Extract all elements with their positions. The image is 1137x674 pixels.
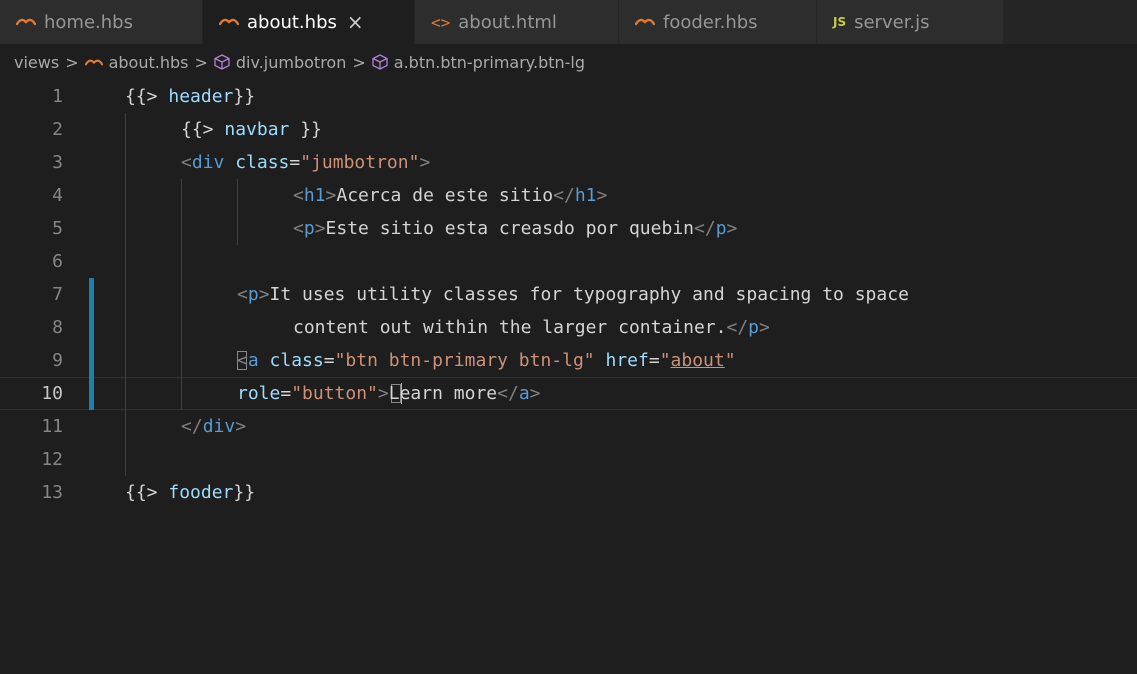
handlebars-icon bbox=[219, 17, 239, 27]
line-number: 11 bbox=[41, 416, 63, 437]
breadcrumb-item-anchor[interactable]: a.btn.btn-primary.btn-lg bbox=[394, 53, 585, 72]
line-number: 5 bbox=[52, 218, 63, 239]
line-content: <div class="jumbotron"> bbox=[181, 152, 431, 173]
indent-guide bbox=[125, 245, 126, 278]
tab-label: about.html bbox=[458, 11, 557, 33]
breadcrumb-separator: > bbox=[352, 52, 366, 72]
indent-guide bbox=[125, 410, 126, 443]
line-number: 13 bbox=[41, 482, 63, 503]
code-line[interactable]: 2 {{> navbar }} bbox=[0, 113, 1137, 146]
breadcrumb-item-file[interactable]: about.hbs bbox=[109, 53, 189, 72]
tab-label: about.hbs bbox=[247, 11, 337, 33]
line-number: 10 bbox=[41, 383, 63, 404]
handlebars-icon bbox=[16, 17, 36, 27]
line-content: </div> bbox=[181, 416, 247, 437]
line-number: 1 bbox=[52, 86, 63, 107]
indent-guide bbox=[181, 344, 182, 377]
tab-server-js[interactable]: JS server.js bbox=[817, 0, 1004, 44]
tab-label: server.js bbox=[854, 11, 930, 33]
line-number: 8 bbox=[52, 317, 63, 338]
line-content: <p>It uses utility classes for typograph… bbox=[237, 284, 909, 305]
indent-guide bbox=[125, 443, 126, 476]
code-line[interactable]: 4 <h1>Acerca de este sitio</h1> bbox=[0, 179, 1137, 212]
handlebars-icon bbox=[84, 58, 103, 67]
code-line[interactable]: 8 content out within the larger containe… bbox=[0, 311, 1137, 344]
tab-home-hbs[interactable]: home.hbs bbox=[0, 0, 203, 44]
indent-guide bbox=[181, 179, 182, 212]
line-number: 6 bbox=[52, 251, 63, 272]
line-content: <a class="btn btn-primary btn-lg" href="… bbox=[237, 350, 736, 371]
code-line[interactable]: 5 <p>Este sitio esta creasdo por quebin<… bbox=[0, 212, 1137, 245]
line-content: {{> fooder}} bbox=[125, 482, 256, 503]
line-content: {{> header}} bbox=[125, 86, 256, 107]
line-content: <p>Este sitio esta creasdo por quebin</p… bbox=[293, 218, 738, 239]
line-number: 2 bbox=[52, 119, 63, 140]
line-number: 9 bbox=[52, 350, 63, 371]
code-line[interactable]: 13 {{> fooder}} bbox=[0, 476, 1137, 509]
line-number: 4 bbox=[52, 185, 63, 206]
indent-guide bbox=[125, 179, 126, 212]
cube-icon bbox=[372, 54, 388, 70]
modified-line-indicator bbox=[89, 377, 94, 410]
line-content: <h1>Acerca de este sitio</h1> bbox=[293, 185, 608, 206]
breadcrumb-separator: > bbox=[65, 52, 79, 72]
indent-guide bbox=[181, 245, 182, 278]
indent-guide bbox=[237, 212, 238, 245]
modified-line-indicator bbox=[89, 344, 94, 377]
line-content: role="button">Learn more</a> bbox=[237, 383, 541, 404]
code-line-current[interactable]: 10 role="button">Learn more</a> bbox=[0, 377, 1137, 410]
modified-line-indicator bbox=[89, 311, 94, 344]
tab-label: home.hbs bbox=[44, 11, 133, 33]
modified-line-indicator bbox=[89, 278, 94, 311]
code-line[interactable]: 11 </div> bbox=[0, 410, 1137, 443]
cube-icon bbox=[214, 54, 230, 70]
indent-guide bbox=[125, 146, 126, 179]
code-line[interactable]: 1 {{> header}} bbox=[0, 80, 1137, 113]
indent-guide bbox=[125, 311, 126, 344]
close-icon[interactable]: × bbox=[347, 10, 364, 34]
code-editor[interactable]: 1 {{> header}} 2 {{> navbar }} 3 <div cl… bbox=[0, 80, 1137, 517]
code-line[interactable]: 9 <a class="btn btn-primary btn-lg" href… bbox=[0, 344, 1137, 377]
line-content: content out within the larger container.… bbox=[293, 317, 770, 338]
tab-fooder-hbs[interactable]: fooder.hbs bbox=[619, 0, 817, 44]
js-icon: JS bbox=[833, 15, 847, 29]
indent-guide bbox=[125, 212, 126, 245]
indent-guide bbox=[181, 212, 182, 245]
indent-guide bbox=[181, 311, 182, 344]
line-content: {{> navbar }} bbox=[181, 119, 322, 140]
line-number: 12 bbox=[41, 449, 63, 470]
breadcrumb-item-div[interactable]: div.jumbotron bbox=[236, 53, 346, 72]
indent-guide bbox=[125, 278, 126, 311]
code-line[interactable]: 12 bbox=[0, 443, 1137, 476]
indent-guide bbox=[125, 377, 126, 410]
tab-label: fooder.hbs bbox=[663, 11, 758, 33]
code-line[interactable]: 3 <div class="jumbotron"> bbox=[0, 146, 1137, 179]
line-number: 3 bbox=[52, 152, 63, 173]
indent-guide bbox=[125, 113, 126, 146]
code-line[interactable]: 7 <p>It uses utility classes for typogra… bbox=[0, 278, 1137, 311]
breadcrumb-separator: > bbox=[194, 52, 208, 72]
indent-guide bbox=[181, 377, 182, 410]
tab-about-hbs[interactable]: about.hbs × bbox=[203, 0, 415, 44]
breadcrumb-item-views[interactable]: views bbox=[14, 53, 59, 72]
breadcrumb: views > about.hbs > div.jumbotron > a.bt… bbox=[0, 44, 1137, 80]
editor-tab-bar: home.hbs about.hbs × <> about.html foode… bbox=[0, 0, 1137, 44]
indent-guide bbox=[237, 179, 238, 212]
indent-guide bbox=[181, 278, 182, 311]
html-icon: <> bbox=[431, 12, 451, 32]
handlebars-icon bbox=[635, 17, 655, 27]
line-number: 7 bbox=[52, 284, 63, 305]
tab-about-html[interactable]: <> about.html bbox=[415, 0, 619, 44]
indent-guide bbox=[125, 344, 126, 377]
link-value[interactable]: about bbox=[671, 350, 725, 371]
code-line[interactable]: 6 bbox=[0, 245, 1137, 278]
